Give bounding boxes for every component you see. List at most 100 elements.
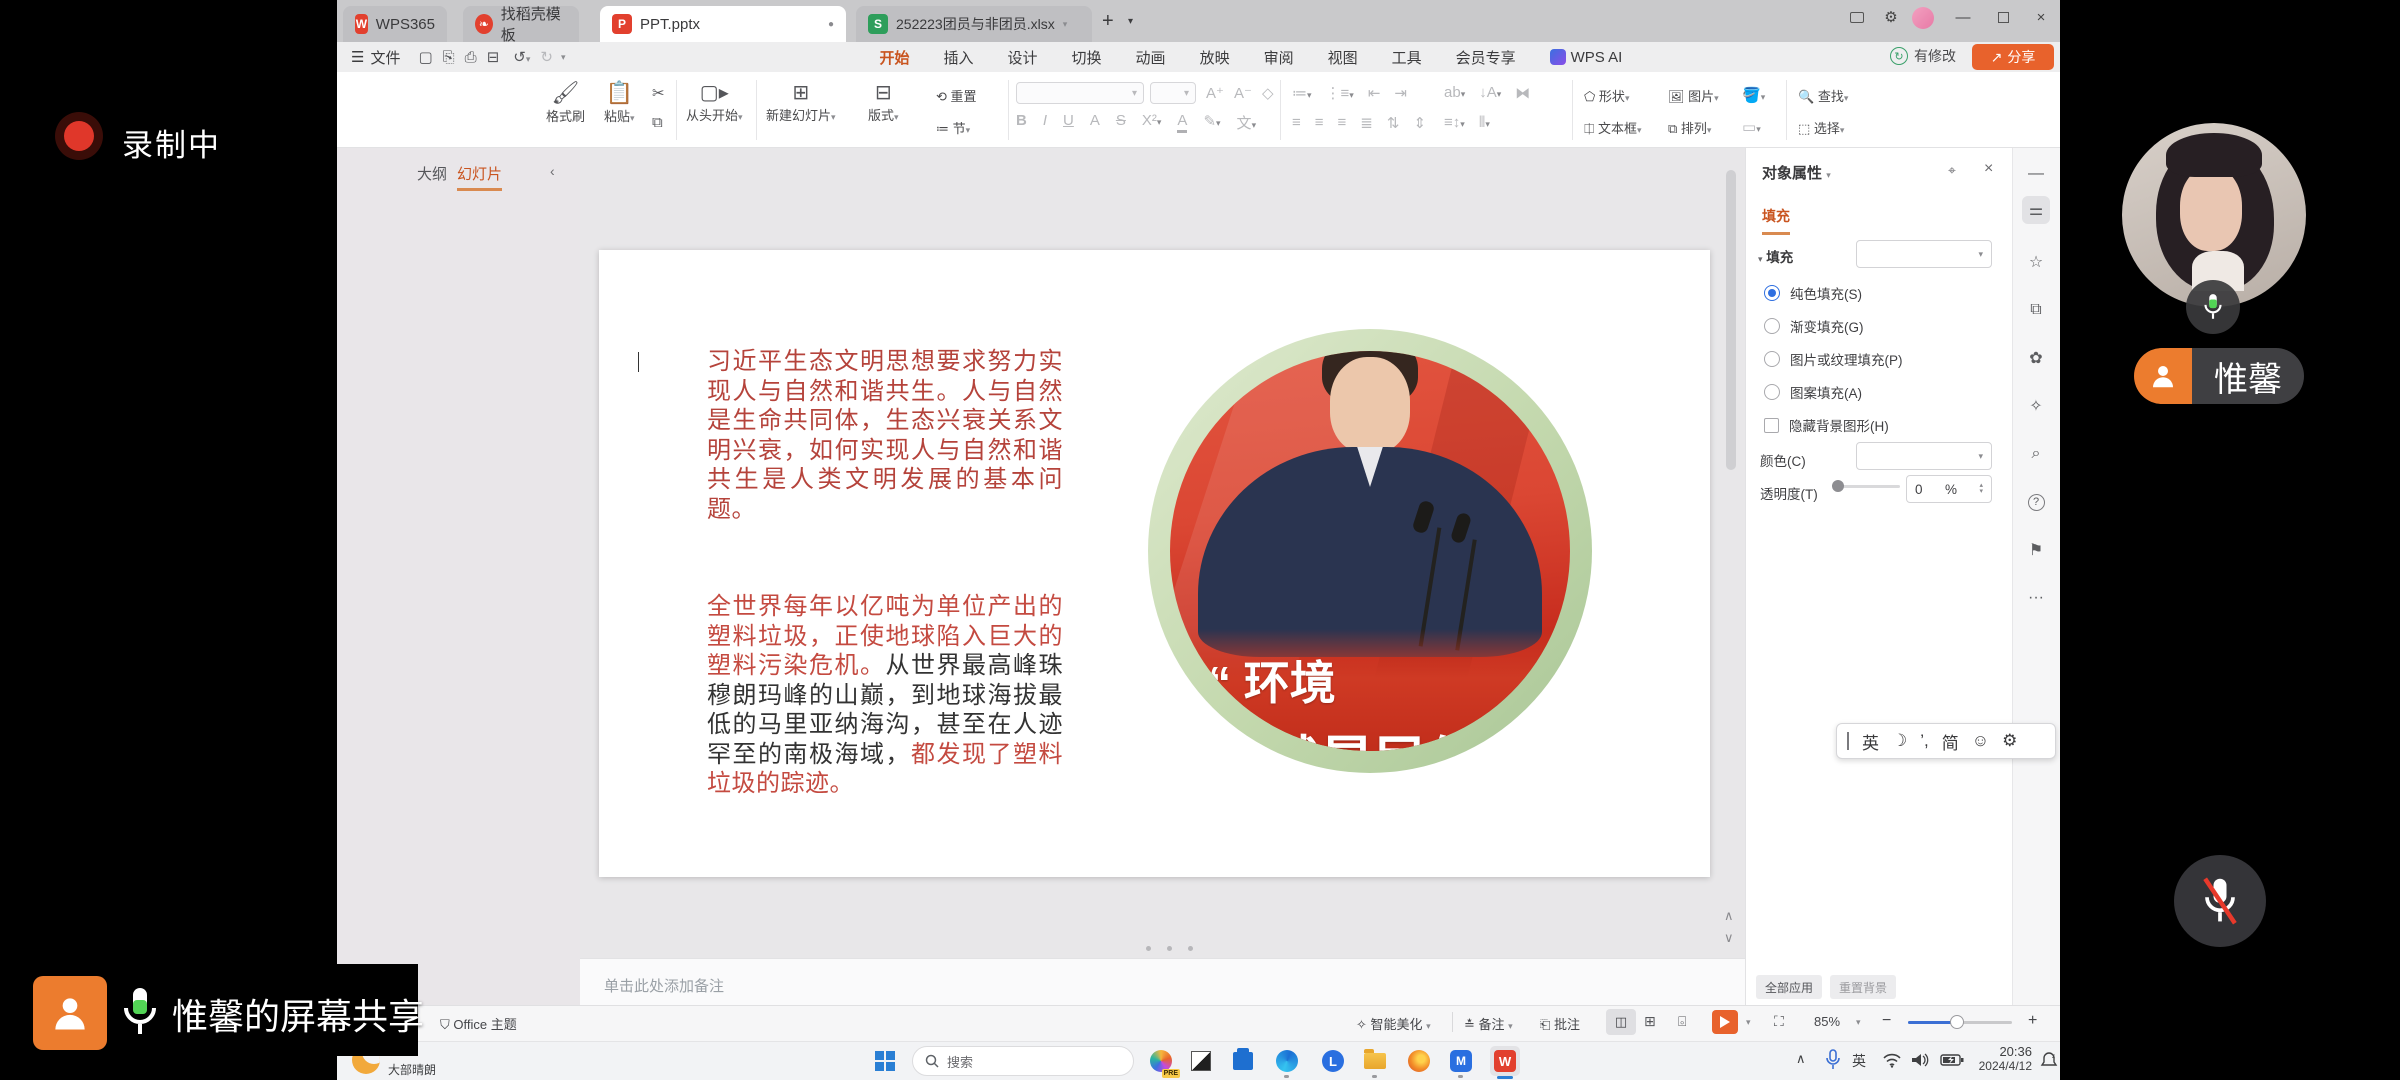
hide-background-checkbox[interactable]: 隐藏背景图形(H) — [1764, 415, 1889, 435]
mute-microphone-button[interactable] — [2174, 855, 2266, 947]
blue-l-app-icon[interactable]: L — [1318, 1046, 1348, 1076]
line-spacing-button[interactable]: ≡↕▾ — [1444, 114, 1465, 131]
zoom-slider-thumb[interactable] — [1950, 1015, 1964, 1029]
fill-tab[interactable]: 填充 — [1762, 206, 1790, 235]
clear-format-icon[interactable]: ◇ — [1262, 84, 1274, 102]
tray-clock[interactable]: 20:36 2024/4/12 — [1974, 1044, 2032, 1073]
start-button[interactable] — [870, 1046, 900, 1076]
fill-option-solid[interactable]: 纯色填充(S) — [1764, 283, 1862, 303]
textbox-button[interactable]: ⎅ 文本框▾ — [1584, 118, 1642, 137]
new-slide-button[interactable]: ⊞新建幻灯片▾ — [766, 80, 836, 124]
tray-ime-mode[interactable]: 英 — [1852, 1051, 1866, 1071]
slide-sorter-view-button[interactable]: ⊞ — [1644, 1013, 1656, 1030]
save-icon[interactable]: ▢ — [418, 48, 432, 66]
format-painter-button[interactable]: 🖌格式刷 — [546, 80, 585, 125]
next-slide-button[interactable]: ∨ — [1724, 930, 1734, 946]
fill-section-header[interactable]: ▾ 填充 — [1758, 246, 1793, 266]
tab-home[interactable]: 开始 — [875, 47, 913, 68]
decrease-font-icon[interactable]: A⁻ — [1234, 84, 1252, 102]
effects-star-icon[interactable]: ☆ — [2022, 248, 2050, 276]
previous-slide-button[interactable]: ∧ — [1724, 908, 1734, 924]
tab-wps365[interactable]: W WPS365 — [343, 6, 447, 42]
decrease-indent-button[interactable]: ⇤ — [1368, 84, 1381, 102]
tab-view[interactable]: 视图 — [1324, 47, 1362, 68]
ime-punct-icon[interactable]: ’, — [1920, 731, 1929, 751]
slide-image-photo[interactable]: “ 环境 就是民生” — [1170, 351, 1570, 751]
increase-indent-button[interactable]: ⇥ — [1394, 84, 1407, 102]
spinner-arrows-icon[interactable]: ▴▾ — [1979, 483, 1983, 495]
transparency-slider-thumb[interactable] — [1832, 480, 1844, 492]
wps-office-icon[interactable]: W — [1490, 1046, 1520, 1076]
task-view-icon[interactable] — [1186, 1046, 1216, 1076]
file-explorer-icon[interactable] — [1360, 1046, 1390, 1076]
tab-design[interactable]: 设计 — [1004, 47, 1042, 68]
blue-m-app-icon[interactable]: M — [1446, 1046, 1476, 1076]
phonetic-button[interactable]: 文▾ — [1237, 112, 1257, 133]
play-options-dropdown-icon[interactable]: ▾ — [1746, 1017, 1751, 1028]
normal-view-button[interactable]: ◫ — [1606, 1009, 1636, 1035]
ime-settings-icon[interactable]: ⚙ — [2002, 731, 2017, 751]
theme-status[interactable]: ⛉ Office 主题 — [440, 1014, 517, 1033]
copilot-icon[interactable]: PRE — [1146, 1046, 1176, 1076]
fill-bucket-button[interactable]: 🪣▾ — [1742, 86, 1765, 104]
participant-mic-active-badge[interactable] — [2186, 280, 2240, 334]
slide-paragraph-2[interactable]: 全世界每年以亿吨为单位产出的塑料垃圾，正使地球陷入巨大的塑料污染危机。从世界最高… — [707, 592, 1063, 799]
account-avatar[interactable] — [1912, 7, 1934, 29]
pin-panel-icon[interactable]: ⌖ — [1948, 162, 1956, 179]
reset-button[interactable]: ⟲ 重置 — [936, 86, 977, 105]
arrange-button[interactable]: ⧉ 排列▾ — [1668, 118, 1711, 137]
weather-desc[interactable]: 大部晴朗 — [388, 1061, 436, 1078]
share-button[interactable]: ↗ 分享 — [1972, 44, 2054, 70]
undo-button[interactable]: ↺▾ — [513, 48, 530, 66]
notes-area[interactable]: 单击此处添加备注 — [580, 958, 1745, 1005]
smart-beautify-button[interactable]: ✧ 智能美化 ▾ — [1356, 1014, 1431, 1033]
slide-paragraph-1[interactable]: 习近平生态文明思想要求努力实现人与自然和谐共生。人与自然是生命共同体，生态兴衰关… — [707, 347, 1063, 524]
char-spacing-button[interactable]: A — [1090, 112, 1100, 133]
fill-option-gradient[interactable]: 渐变填充(G) — [1764, 316, 1864, 336]
align-center-button[interactable]: ≡ — [1315, 114, 1324, 132]
tab-docer-templates[interactable]: ❧ 找稻壳模板 — [463, 6, 579, 42]
highlight-color-button[interactable]: ✎▾ — [1203, 112, 1220, 133]
align-left-button[interactable]: ≡ — [1292, 114, 1301, 132]
comment-button[interactable]: ⎗ 批注 — [1540, 1014, 1580, 1033]
reset-background-button[interactable]: 重置背景 — [1830, 975, 1896, 999]
fit-slide-button[interactable]: ⛶ — [1774, 1013, 1784, 1030]
help-icon[interactable]: ? — [2022, 488, 2050, 516]
slideshow-play-button[interactable] — [1712, 1010, 1738, 1034]
paste-button[interactable]: 📋粘贴▾ — [604, 80, 635, 125]
select-button[interactable]: ⬚ 选择▾ — [1798, 118, 1844, 137]
print-icon[interactable]: ⎙ — [465, 49, 477, 66]
minimize-button[interactable]: — — [1946, 4, 1980, 30]
slides-tab[interactable]: 幻灯片 — [457, 163, 502, 191]
zoom-level[interactable]: 85% — [1814, 1014, 1840, 1029]
collapse-strip-icon[interactable]: — — [2022, 160, 2050, 188]
tab-review[interactable]: 审阅 — [1260, 47, 1298, 68]
hamburger-icon[interactable]: ☰ — [351, 48, 364, 66]
firefox-icon[interactable] — [1404, 1046, 1434, 1076]
zoom-dropdown-icon[interactable]: ▾ — [1856, 1017, 1861, 1028]
file-menu[interactable]: 文件 — [370, 47, 400, 68]
ime-mode-en[interactable]: 英 — [1862, 729, 1879, 754]
paragraph-spacing-button[interactable]: ⇕ — [1413, 114, 1426, 132]
increase-font-icon[interactable]: A⁺ — [1206, 84, 1224, 102]
notes-toggle-button[interactable]: ≛ 备注 ▾ — [1464, 1014, 1513, 1033]
new-tab-button[interactable]: + — [1102, 10, 1114, 33]
ime-simplified[interactable]: 简 — [1942, 729, 1959, 754]
taskbar-search-box[interactable]: 搜索 — [912, 1046, 1134, 1076]
animation-strip-icon[interactable]: ⧉ — [2022, 296, 2050, 324]
battery-icon[interactable] — [1940, 1053, 1964, 1067]
wifi-icon[interactable] — [1882, 1052, 1902, 1068]
copy-button[interactable]: ⧉ — [652, 114, 663, 131]
restore-button[interactable] — [1986, 4, 2020, 30]
transparency-slider-track[interactable] — [1836, 485, 1900, 488]
ime-emoji-icon[interactable]: ☺ — [1972, 731, 1989, 751]
distribute-button[interactable]: ⇅ — [1387, 114, 1400, 132]
more-strip-icon[interactable]: ··· — [2022, 584, 2050, 612]
split-window-icon[interactable] — [1840, 4, 1874, 30]
color-select[interactable]: ▾ — [1856, 442, 1992, 470]
strikethrough-button[interactable]: S — [1116, 112, 1126, 133]
superscript-button[interactable]: X²▾ — [1142, 112, 1162, 133]
transparency-spinner[interactable]: 0 % ▴▾ — [1906, 475, 1992, 503]
quickbar-more-icon[interactable]: ▾ — [561, 52, 566, 63]
justify-button[interactable]: ≣ — [1360, 114, 1373, 132]
